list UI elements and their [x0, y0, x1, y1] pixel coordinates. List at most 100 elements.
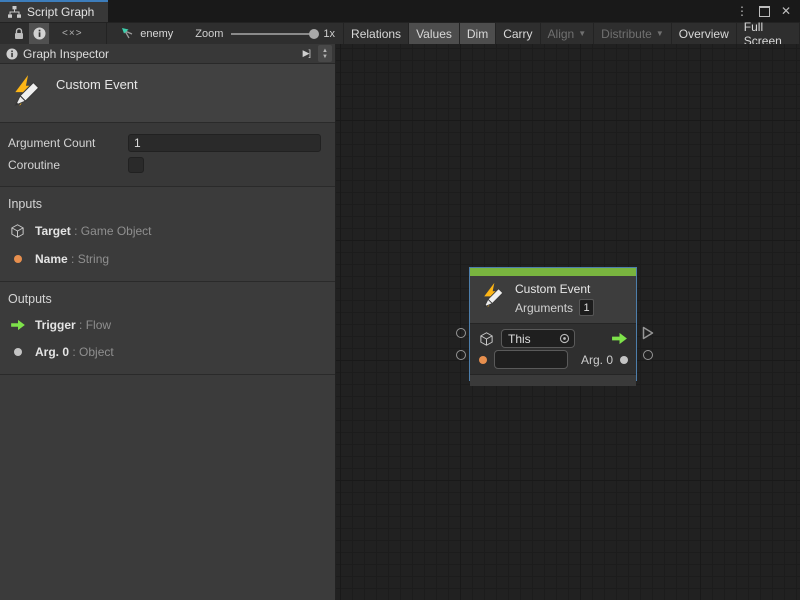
window-menu-icon[interactable]: ⋮	[736, 5, 748, 17]
distribute-button[interactable]: Distribute ▼	[593, 23, 671, 44]
code-icon: <×>	[62, 28, 83, 39]
port-name: Name	[35, 252, 68, 266]
graph-canvas[interactable]: Custom Event Arguments 1 This	[336, 44, 800, 600]
script-graph-window: Script Graph ⋮ ✕ <×>	[0, 0, 800, 600]
object-picker-icon	[559, 333, 570, 344]
spinner-down-icon: ▼	[322, 54, 328, 60]
graph-inspector-header: Graph Inspector ▶] ▲ ▼	[0, 44, 335, 64]
outputs-header: Outputs	[8, 292, 325, 306]
event-name-input[interactable]	[494, 350, 568, 369]
cube-icon	[10, 223, 25, 239]
info-icon	[33, 27, 46, 40]
node-header[interactable]: Custom Event Arguments 1	[470, 276, 636, 323]
tab-script-graph[interactable]: Script Graph	[0, 0, 108, 22]
port-type: : Game Object	[74, 224, 151, 238]
event-title-block: Custom Event	[0, 64, 335, 123]
cube-icon	[479, 331, 494, 347]
lock-button[interactable]	[10, 23, 30, 44]
maximize-icon[interactable]	[759, 6, 770, 17]
string-dot-icon	[479, 356, 487, 364]
zoom-value: 1x	[323, 28, 335, 40]
output-row-arg0: Arg. 0 : Object	[9, 345, 325, 359]
main-area: Graph Inspector ▶] ▲ ▼ Custom Event	[0, 44, 800, 600]
breadcrumb-label: enemy	[140, 28, 173, 40]
fullscreen-button[interactable]: Full Screen	[736, 23, 800, 44]
custom-event-node[interactable]: Custom Event Arguments 1 This	[469, 267, 637, 381]
inputs-header: Inputs	[8, 197, 325, 211]
zoom-slider[interactable]	[231, 33, 315, 35]
toolbar-gap	[49, 23, 59, 44]
breadcrumb[interactable]: enemy	[107, 23, 187, 44]
panel-spinner[interactable]: ▲ ▼	[318, 45, 332, 62]
port-name: Trigger	[35, 318, 76, 332]
node-footer	[470, 374, 636, 386]
port-name: Target	[35, 224, 71, 238]
graph-inspector-panel: Graph Inspector ▶] ▲ ▼ Custom Event	[0, 44, 336, 600]
port-type: : Object	[72, 345, 113, 359]
target-object-select[interactable]: This	[501, 329, 575, 348]
toolbar-gap	[0, 23, 10, 44]
relations-button[interactable]: Relations	[343, 23, 408, 44]
align-label: Align	[548, 27, 575, 41]
argument-count-label: Argument Count	[8, 136, 128, 150]
zoom-label: Zoom	[195, 28, 223, 40]
object-dot-icon	[14, 348, 22, 356]
relations-label: Relations	[351, 27, 401, 41]
overview-button[interactable]: Overview	[671, 23, 736, 44]
lock-icon	[13, 27, 25, 40]
node-body: This	[470, 323, 636, 374]
dim-label: Dim	[467, 27, 488, 41]
port-type: : Flow	[79, 318, 111, 332]
carry-label: Carry	[503, 27, 532, 41]
titlebar-fill	[108, 0, 736, 22]
flow-arrow-icon	[10, 319, 26, 331]
node-output-port-trigger[interactable]	[642, 326, 654, 340]
node-arguments-label: Arguments	[515, 301, 573, 315]
event-title: Custom Event	[56, 77, 138, 92]
values-button[interactable]: Values	[408, 23, 459, 44]
node-arg0-label: Arg. 0	[581, 353, 613, 367]
node-event-accent-bar	[470, 268, 636, 276]
flow-arrow-icon	[611, 332, 628, 345]
distribute-label: Distribute	[601, 27, 652, 41]
close-icon[interactable]: ✕	[781, 5, 791, 17]
output-row-trigger: Trigger : Flow	[9, 318, 325, 332]
input-row-target: Target : Game Object	[9, 223, 325, 239]
chevron-down-icon: ▼	[656, 30, 664, 38]
port-name: Arg. 0	[35, 345, 69, 359]
info-icon	[6, 48, 18, 60]
overview-label: Overview	[679, 27, 729, 41]
node-row-target: This	[479, 328, 628, 349]
string-dot-icon	[14, 255, 22, 263]
dim-button[interactable]: Dim	[459, 23, 495, 44]
graph-inspector-title: Graph Inspector	[23, 47, 295, 61]
node-output-port-arg0[interactable]	[643, 350, 653, 360]
coroutine-row: Coroutine	[8, 154, 321, 175]
graph-breadcrumb-icon	[121, 27, 135, 40]
graph-toolbar: <×> enemy Zoom 1x Relations Values Dim	[0, 22, 800, 44]
dock-panel-icon[interactable]: ▶]	[300, 48, 313, 59]
inspector-toggle-button[interactable]	[29, 23, 49, 44]
argument-count-input[interactable]	[128, 134, 321, 152]
graph-hierarchy-icon	[8, 6, 21, 18]
zoom-slider-handle[interactable]	[309, 29, 319, 39]
zoom-control: Zoom 1x	[187, 23, 343, 44]
edit-source-button[interactable]: <×>	[59, 23, 86, 44]
node-input-port-target[interactable]	[456, 328, 466, 338]
titlebar: Script Graph ⋮ ✕	[0, 0, 800, 22]
coroutine-label: Coroutine	[8, 158, 128, 172]
align-button[interactable]: Align ▼	[540, 23, 594, 44]
toolbar-gap	[86, 23, 107, 44]
node-arguments-value[interactable]: 1	[579, 299, 594, 316]
port-type: : String	[71, 252, 109, 266]
target-object-value: This	[508, 332, 531, 346]
chevron-down-icon: ▼	[578, 30, 586, 38]
custom-event-icon	[10, 74, 44, 108]
coroutine-checkbox[interactable]	[128, 157, 144, 173]
node-input-port-name[interactable]	[456, 350, 466, 360]
carry-button[interactable]: Carry	[495, 23, 539, 44]
object-dot-icon	[620, 356, 628, 364]
inspector-empty-area	[0, 375, 335, 600]
event-fields: Argument Count Coroutine	[0, 123, 335, 187]
tab-title: Script Graph	[27, 5, 94, 19]
